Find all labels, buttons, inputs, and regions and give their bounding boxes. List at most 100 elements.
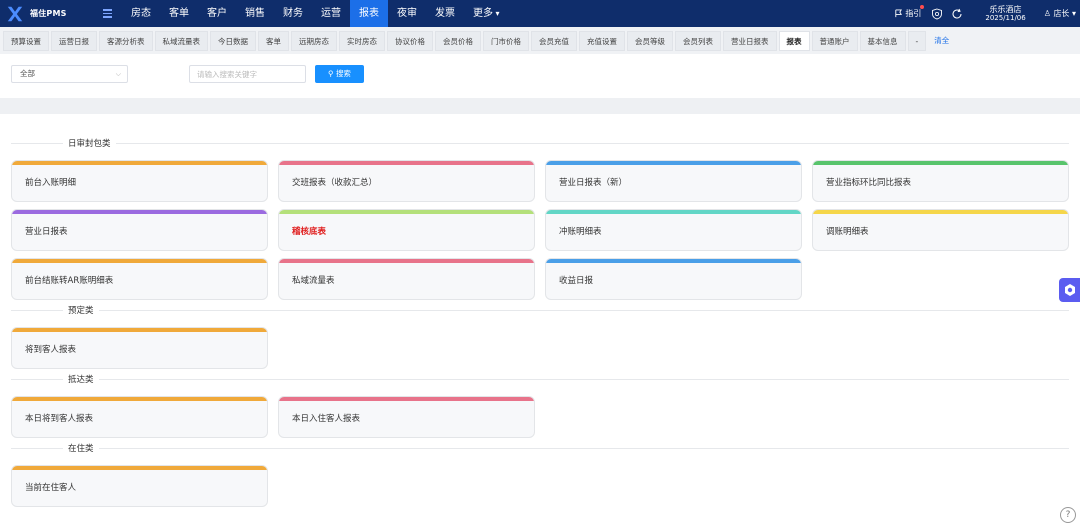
report-card[interactable]: 前台入账明细	[11, 160, 268, 202]
section-divider	[11, 379, 1069, 380]
card-accent-bar	[12, 259, 267, 263]
report-card-label: 当前在住客人	[25, 483, 77, 493]
nav-item[interactable]: 更多	[464, 0, 509, 27]
report-card-label: 前台结账转AR账明细表	[25, 276, 114, 286]
nav-item[interactable]: 运营	[312, 0, 350, 27]
tab[interactable]: 协议价格	[387, 30, 433, 51]
nav-item[interactable]: 发票	[426, 0, 464, 27]
flag-icon	[895, 9, 903, 18]
tab[interactable]: 会员列表	[675, 30, 721, 51]
report-card[interactable]: 本日入住客人报表	[278, 396, 535, 438]
tab[interactable]: 普通账户	[811, 30, 858, 51]
tab[interactable]: 门市价格	[483, 30, 529, 51]
card-accent-bar	[546, 259, 801, 263]
brand-name: 福住PMS	[30, 9, 67, 18]
nav-item[interactable]: 客单	[160, 0, 198, 27]
divider-band	[0, 98, 1080, 114]
tab[interactable]: 今日数据	[210, 30, 256, 51]
hotel-info[interactable]: 乐乐酒店 2025/11/06	[985, 5, 1025, 23]
card-accent-bar	[546, 210, 801, 214]
card-accent-bar	[12, 161, 267, 165]
report-card[interactable]: 调账明细表	[812, 209, 1069, 251]
top-navigation: 福住PMS 房态客单客户销售财务运营报表夜审发票更多 指引 乐乐酒店 2025/…	[0, 0, 1080, 27]
tab[interactable]: 客单	[258, 30, 289, 51]
chevron-down-icon: ⌵	[115, 70, 121, 78]
report-card[interactable]: 收益日报	[545, 258, 802, 300]
report-card-label: 营业日报表（新）	[559, 178, 628, 188]
section-title: 日审封包类	[11, 137, 1069, 149]
nav-item[interactable]: 客户	[198, 0, 236, 27]
report-card-label: 冲账明细表	[559, 227, 602, 237]
report-card[interactable]: 当前在住客人	[11, 465, 268, 507]
tab[interactable]: 会员等级	[627, 30, 673, 51]
report-card[interactable]: 营业日报表（新）	[545, 160, 802, 202]
tab[interactable]: 基本信息	[859, 30, 906, 51]
logo-icon	[7, 6, 23, 21]
menu-toggle-icon[interactable]	[96, 9, 118, 18]
tab[interactable]: -	[907, 30, 927, 51]
card-accent-bar	[813, 161, 1068, 165]
section-label: 日审封包类	[63, 137, 116, 149]
report-card-label: 将到客人报表	[25, 345, 77, 355]
nav-item[interactable]: 报表	[350, 0, 388, 27]
top-right-tools: 指引 乐乐酒店 2025/11/06 ♙ 店长 ▾	[894, 0, 1080, 27]
guide-label: 指引	[905, 9, 922, 18]
nav-item[interactable]: 夜审	[388, 0, 426, 27]
report-card-label: 营业指标环比同比报表	[826, 178, 912, 188]
nav-item[interactable]: 财务	[274, 0, 312, 27]
refresh-icon[interactable]	[951, 8, 963, 20]
report-card[interactable]: 本日将到客人报表	[11, 396, 268, 438]
tab[interactable]: 会员价格	[435, 30, 481, 51]
report-card[interactable]: 前台结账转AR账明细表	[11, 258, 268, 300]
report-card-label: 稽核底表	[292, 227, 327, 237]
search-input[interactable]	[189, 65, 306, 83]
main-menu: 房态 客单 客户 销售 财务 运营 报表 夜审 发票 更多	[122, 0, 509, 27]
report-card[interactable]: 营业日报表	[11, 209, 268, 251]
tab[interactable]: 私域流量表	[154, 30, 208, 51]
section-divider	[11, 310, 1069, 311]
chevron-down-icon: ▾	[1071, 9, 1076, 18]
tab[interactable]: 运营日报	[51, 30, 97, 51]
clear-tabs-button[interactable]: 清全	[934, 35, 949, 46]
tab[interactable]: 预算设置	[3, 30, 49, 51]
category-select[interactable]: 全部 ⌵	[11, 65, 128, 83]
report-card-label: 交班报表（收款汇总）	[292, 178, 378, 188]
tab[interactable]: 实时房态	[339, 30, 385, 51]
report-card[interactable]: 将到客人报表	[11, 327, 268, 369]
user-label: 店长	[1053, 9, 1070, 18]
tab[interactable]: 充值设置	[579, 30, 625, 51]
search-button[interactable]: ⚲ 搜索	[315, 65, 364, 83]
tab[interactable]: 远期房态	[291, 30, 337, 51]
report-card[interactable]: 交班报表（收款汇总）	[278, 160, 535, 202]
report-card-label: 营业日报表	[25, 227, 68, 237]
tab[interactable]: 客源分析表	[99, 30, 153, 51]
user-menu[interactable]: ♙ 店长 ▾	[1044, 8, 1076, 19]
card-accent-bar	[279, 259, 534, 263]
assistant-button[interactable]	[1059, 278, 1080, 302]
tab[interactable]: 营业日报表	[723, 30, 777, 51]
guide-button[interactable]: 指引	[894, 5, 925, 19]
report-card-label: 调账明细表	[826, 227, 869, 237]
tab[interactable]: 报表	[778, 30, 810, 51]
notification-dot	[920, 5, 925, 9]
brand[interactable]: 福住PMS	[0, 5, 108, 23]
card-accent-bar	[279, 397, 534, 401]
card-accent-bar	[12, 328, 267, 332]
report-card[interactable]: 稽核底表	[278, 209, 535, 251]
tab[interactable]: 会员充值	[531, 30, 577, 51]
section-title: 抵达类	[11, 373, 1069, 385]
shield-icon[interactable]	[931, 8, 943, 20]
nav-item[interactable]: 房态	[122, 0, 160, 27]
card-accent-bar	[279, 210, 534, 214]
report-card[interactable]: 冲账明细表	[545, 209, 802, 251]
hotel-name: 乐乐酒店	[989, 4, 1022, 14]
card-accent-bar	[279, 161, 534, 165]
help-button[interactable]: ?	[1060, 507, 1076, 523]
card-accent-bar	[12, 210, 267, 214]
report-card[interactable]: 私域流量表	[278, 258, 535, 300]
card-accent-bar	[813, 210, 1068, 214]
report-card[interactable]: 营业指标环比同比报表	[812, 160, 1069, 202]
card-accent-bar	[12, 397, 267, 401]
business-date: 2025/11/06	[985, 13, 1026, 22]
nav-item[interactable]: 销售	[236, 0, 274, 27]
